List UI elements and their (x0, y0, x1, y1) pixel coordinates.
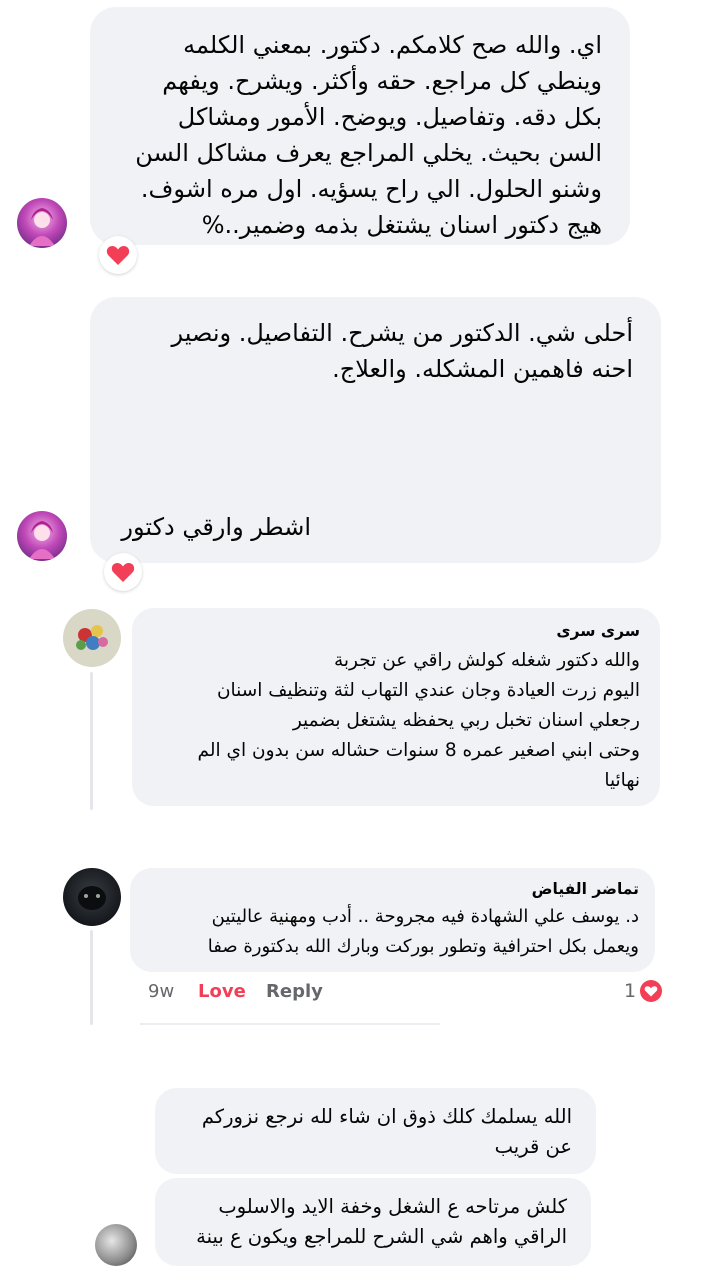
black-panther-avatar[interactable] (63, 868, 121, 926)
reaction-badge[interactable] (99, 236, 137, 274)
comment-text: أحلى شي. الدكتور من يشرح. التفاصيل. ونصي… (171, 319, 633, 383)
comment-bubble: كلش مرتاحه ع الشغل وخفة الايد والاسلوب ا… (155, 1178, 591, 1266)
comment-bubble: أحلى شي. الدكتور من يشرح. التفاصيل. ونصي… (90, 297, 661, 563)
reaction-count-value: 1 (624, 980, 637, 1002)
comment-text: كلش مرتاحه ع الشغل وخفة الايد والاسلوب ا… (196, 1195, 567, 1248)
thread-line (90, 672, 93, 810)
reply-text: د. يوسف علي الشهادة فيه مجروحة .. أدب وم… (207, 906, 639, 957)
reply-bubble: تماضر الفياض د. يوسف علي الشهادة فيه مجر… (130, 868, 655, 972)
comment-text-bottom: اشطر وارقي دكتور (121, 513, 311, 541)
heart-icon (111, 562, 135, 582)
anime-girl-avatar[interactable] (17, 511, 67, 561)
divider (140, 1023, 440, 1025)
comment-text: اي. والله صح كلامكم. دكتور. بمعني الكلمه… (135, 31, 602, 239)
anime-girl-avatar[interactable] (17, 198, 67, 248)
reply-button[interactable]: Reply (266, 981, 323, 1002)
comment-text: الله يسلمك كلك ذوق ان شاء لله نرجع نزورك… (201, 1105, 572, 1158)
flowers-avatar[interactable] (63, 609, 121, 667)
reaction-count[interactable]: 1 (624, 980, 663, 1002)
love-button[interactable]: Love (198, 981, 246, 1002)
commenter-name[interactable]: تماضر الفياض (144, 880, 639, 898)
commenter-name[interactable]: سرى سرى (150, 622, 640, 640)
thread-line (90, 930, 93, 1025)
comment-bubble: الله يسلمك كلك ذوق ان شاء لله نرجع نزورك… (155, 1088, 596, 1174)
comment-bubble: اي. والله صح كلامكم. دكتور. بمعني الكلمه… (90, 7, 630, 245)
reply-text: والله دكتور شغله كولش راقي عن تجربة اليو… (197, 650, 640, 791)
reaction-badge[interactable] (104, 553, 142, 591)
gray-avatar[interactable] (95, 1224, 137, 1266)
heart-icon (640, 980, 663, 1002)
reply-bubble: سرى سرى والله دكتور شغله كولش راقي عن تج… (132, 608, 660, 806)
comment-time[interactable]: 9w (148, 981, 174, 1002)
heart-icon (106, 245, 130, 265)
